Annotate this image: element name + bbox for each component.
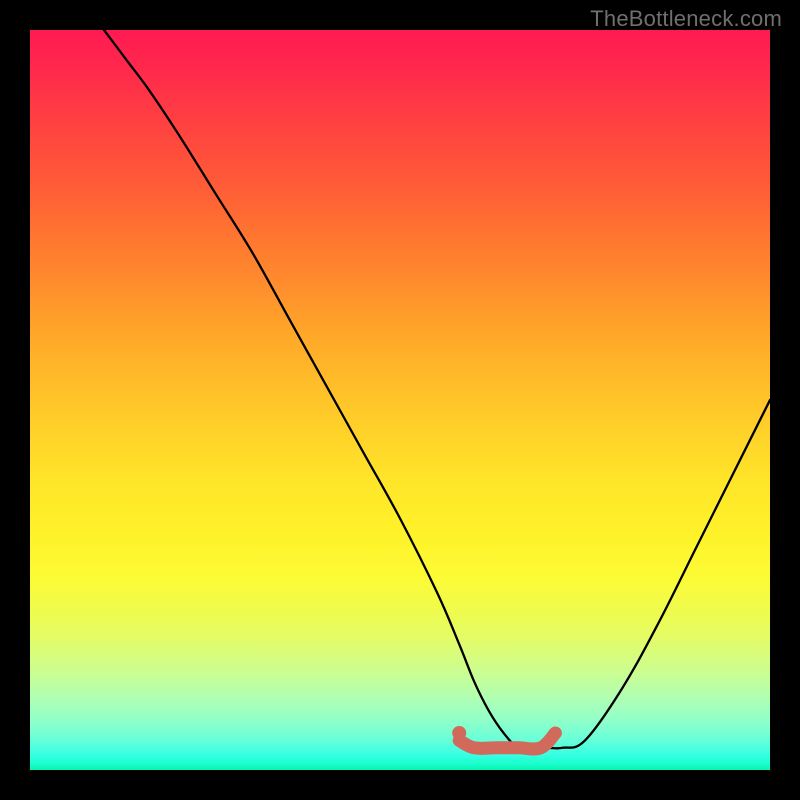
chart-frame: TheBottleneck.com <box>0 0 800 800</box>
plot-area <box>30 30 770 770</box>
highlight-segment-path <box>459 733 555 749</box>
highlight-start-dot <box>452 726 466 740</box>
chart-svg <box>30 30 770 770</box>
watermark: TheBottleneck.com <box>590 6 782 32</box>
bottleneck-curve-path <box>104 30 770 749</box>
